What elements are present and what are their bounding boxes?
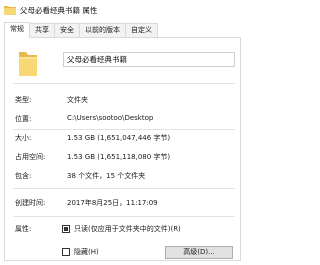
- hidden-checkbox[interactable]: [62, 248, 70, 256]
- size-row: 大小: 1.53 GB (1,651,047,446 字节): [15, 133, 237, 144]
- size-on-disk-row: 占用空间: 1.53 GB (1,651,118,080 字节): [15, 152, 237, 163]
- general-panel: 父母必看经典书籍 类型: 文件夹 位置: C:\Users\sootoo\Des…: [4, 37, 241, 261]
- advanced-button[interactable]: 高级(D)...: [165, 246, 233, 259]
- contains-label: 包含:: [15, 172, 32, 180]
- divider: [13, 216, 235, 217]
- location-row: 位置: C:\Users\sootoo\Desktop: [15, 114, 237, 125]
- type-value: 文件夹: [67, 96, 88, 104]
- tab-general[interactable]: 常规: [4, 22, 30, 38]
- divider: [13, 188, 235, 189]
- folder-name-field[interactable]: 父母必看经典书籍: [63, 52, 235, 67]
- created-value: 2017年8月25日，11:17:09: [67, 199, 158, 207]
- type-row: 类型: 文件夹: [15, 95, 237, 106]
- attributes-label: 属性:: [15, 225, 32, 233]
- hidden-label[interactable]: 隐藏(H): [74, 247, 99, 257]
- readonly-checkbox[interactable]: [62, 225, 70, 233]
- properties-dialog: 父母必看经典书籍 属性 常规 共享 安全 以前的版本 自定义 父母必看经典书籍 …: [0, 0, 245, 265]
- divider: [13, 83, 235, 84]
- location-value: C:\Users\sootoo\Desktop: [67, 114, 154, 122]
- size-label: 大小:: [15, 134, 32, 142]
- type-label: 类型:: [15, 96, 32, 104]
- folder-icon: [19, 52, 37, 76]
- tab-previous-versions[interactable]: 以前的版本: [80, 23, 126, 37]
- size-on-disk-label: 占用空间:: [15, 153, 46, 161]
- size-value: 1.53 GB (1,651,047,446 字节): [67, 134, 171, 142]
- created-row: 创建时间: 2017年8月25日，11:17:09: [15, 198, 237, 209]
- location-label: 位置:: [15, 115, 32, 123]
- tab-sharing[interactable]: 共享: [30, 23, 55, 37]
- contains-value: 38 个文件，15 个文件夹: [67, 172, 146, 180]
- size-on-disk-value: 1.53 GB (1,651,118,080 字节): [67, 153, 171, 161]
- readonly-label[interactable]: 只读(仅应用于文件夹中的文件)(R): [74, 224, 181, 234]
- title-bar[interactable]: 父母必看经典书籍 属性: [0, 0, 245, 21]
- folder-icon: [4, 6, 16, 15]
- window-title: 父母必看经典书籍 属性: [20, 6, 98, 15]
- contains-row: 包含: 38 个文件，15 个文件夹: [15, 171, 237, 182]
- created-label: 创建时间:: [15, 199, 46, 207]
- divider: [13, 129, 235, 130]
- tab-customize[interactable]: 自定义: [126, 23, 158, 37]
- tab-security[interactable]: 安全: [55, 23, 80, 37]
- tab-strip: 常规 共享 安全 以前的版本 自定义: [4, 22, 158, 38]
